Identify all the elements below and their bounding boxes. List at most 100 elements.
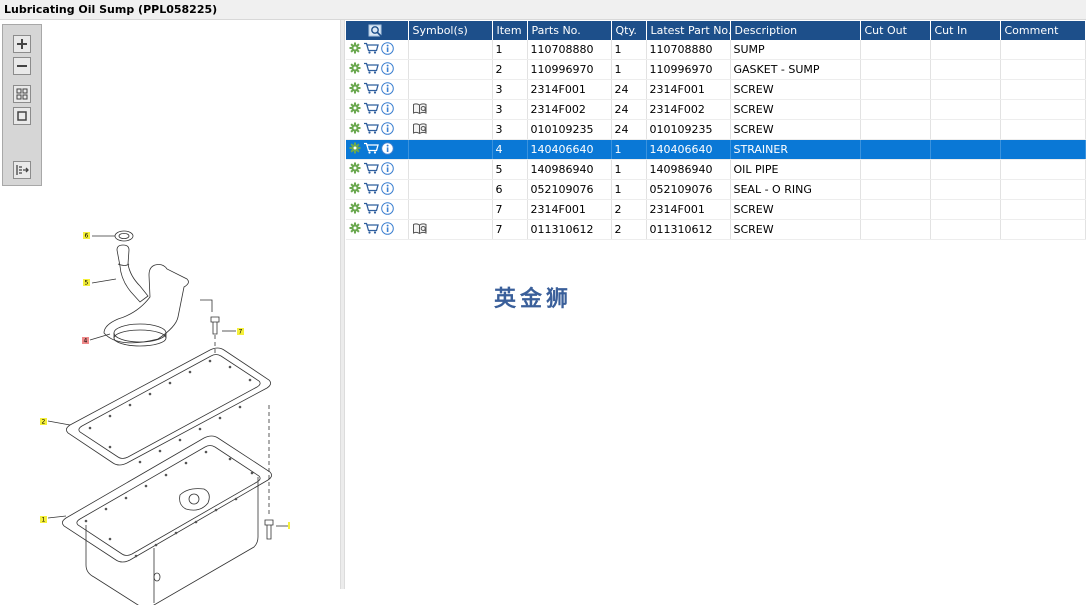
item-cell: 6 xyxy=(492,179,528,200)
cart-icon[interactable] xyxy=(363,102,379,117)
info-icon[interactable] xyxy=(381,61,394,78)
info-icon[interactable] xyxy=(381,121,394,138)
callout-3[interactable]: 3 xyxy=(288,522,290,530)
gear-icon[interactable] xyxy=(349,162,361,177)
symbol-cell[interactable] xyxy=(408,40,493,60)
info-icon[interactable] xyxy=(381,201,394,218)
book-search-icon[interactable] xyxy=(412,122,428,138)
description-cell: SUMP xyxy=(730,40,861,60)
gear-icon[interactable] xyxy=(349,222,361,237)
table-row[interactable]: 3 2314F001 24 2314F001 SCREW xyxy=(346,79,1086,100)
part-number-cell: 110996970 xyxy=(527,59,612,80)
gear-icon[interactable] xyxy=(349,182,361,197)
row-actions xyxy=(346,199,409,220)
table-row[interactable]: 3 2314F002 24 2314F002 SCREW xyxy=(346,99,1086,120)
cart-icon[interactable] xyxy=(363,42,379,57)
gear-icon[interactable] xyxy=(349,102,361,117)
info-icon[interactable] xyxy=(381,141,394,158)
info-icon[interactable] xyxy=(381,81,394,98)
callout-1[interactable]: 1 xyxy=(40,516,47,524)
info-icon[interactable] xyxy=(381,41,394,58)
gear-icon[interactable] xyxy=(349,62,361,77)
symbol-cell[interactable] xyxy=(408,119,493,140)
symbol-cell[interactable] xyxy=(408,179,493,200)
cart-icon[interactable] xyxy=(363,202,379,217)
column-header-item[interactable]: Item xyxy=(492,21,528,40)
cart-icon[interactable] xyxy=(363,82,379,97)
exploded-parts-drawing[interactable]: 6 5 4 7 2 1 3 xyxy=(30,205,290,605)
fit-page-button[interactable] xyxy=(13,107,31,125)
callout-7[interactable]: 7 xyxy=(237,328,244,336)
parts-grid: Symbol(s) Item Parts No. Qty. Latest Par… xyxy=(346,21,1086,240)
table-row[interactable]: 5 140986940 1 140986940 OIL PIPE xyxy=(346,159,1086,180)
table-row[interactable]: 1 110708880 1 110708880 SUMP xyxy=(346,40,1086,60)
column-header-qty[interactable]: Qty. xyxy=(611,21,647,40)
table-row[interactable]: 7 011310612 2 011310612 SCREW xyxy=(346,219,1086,240)
info-icon[interactable] xyxy=(381,181,394,198)
gear-icon[interactable] xyxy=(349,42,361,57)
column-header-symbols[interactable]: Symbol(s) xyxy=(408,21,493,40)
comment-cell xyxy=(1000,179,1086,200)
column-header-description[interactable]: Description xyxy=(730,21,861,40)
table-row[interactable]: 3 010109235 24 010109235 SCREW xyxy=(346,119,1086,140)
symbol-cell[interactable] xyxy=(408,219,493,240)
item-cell: 1 xyxy=(492,40,528,60)
svg-text:6: 6 xyxy=(85,233,89,240)
item-cell: 7 xyxy=(492,219,528,240)
row-actions xyxy=(346,40,409,60)
book-search-icon[interactable] xyxy=(412,102,428,118)
cart-icon[interactable] xyxy=(363,182,379,197)
column-header-cut-out[interactable]: Cut Out xyxy=(860,21,931,40)
cut-out-cell xyxy=(860,139,931,160)
zoom-in-button[interactable] xyxy=(13,35,31,53)
callout-6[interactable]: 6 xyxy=(83,232,90,240)
description-cell: SCREW xyxy=(730,119,861,140)
symbol-cell[interactable] xyxy=(408,159,493,180)
table-row[interactable]: 6 052109076 1 052109076 SEAL - O RING xyxy=(346,179,1086,200)
qty-cell: 2 xyxy=(611,219,647,240)
column-header-latest-part-no[interactable]: Latest Part No. xyxy=(646,21,731,40)
cut-out-cell xyxy=(860,119,931,140)
item-cell: 3 xyxy=(492,119,528,140)
cart-icon[interactable] xyxy=(363,142,379,157)
table-row[interactable]: 4 140406640 1 140406640 STRAINER xyxy=(346,139,1086,160)
cart-icon[interactable] xyxy=(363,162,379,177)
info-icon[interactable] xyxy=(381,101,394,118)
book-search-icon[interactable] xyxy=(412,222,428,238)
symbol-cell[interactable] xyxy=(408,59,493,80)
panel-splitter[interactable] xyxy=(340,20,345,589)
gear-icon[interactable] xyxy=(349,202,361,217)
description-cell: OIL PIPE xyxy=(730,159,861,180)
symbol-cell[interactable] xyxy=(408,79,493,100)
cart-icon[interactable] xyxy=(363,122,379,137)
symbol-cell[interactable] xyxy=(408,139,493,160)
table-row[interactable]: 7 2314F001 2 2314F001 SCREW xyxy=(346,199,1086,220)
zoom-out-button[interactable] xyxy=(13,57,31,75)
symbol-cell[interactable] xyxy=(408,199,493,220)
info-icon[interactable] xyxy=(381,161,394,178)
column-header-cut-in[interactable]: Cut In xyxy=(930,21,1001,40)
callout-4[interactable]: 4 xyxy=(82,337,89,345)
callout-5[interactable]: 5 xyxy=(83,279,90,287)
symbol-cell[interactable] xyxy=(408,99,493,120)
info-icon[interactable] xyxy=(381,221,394,238)
cart-icon[interactable] xyxy=(363,222,379,237)
column-header-parts-no[interactable]: Parts No. xyxy=(527,21,612,40)
parts-table: Symbol(s) Item Parts No. Qty. Latest Par… xyxy=(346,21,1086,240)
description-cell: SCREW xyxy=(730,199,861,220)
cart-icon[interactable] xyxy=(363,62,379,77)
cut-in-cell xyxy=(930,219,1001,240)
gear-icon[interactable] xyxy=(349,142,361,157)
gear-icon[interactable] xyxy=(349,82,361,97)
gear-icon[interactable] xyxy=(349,122,361,137)
drawing-panel[interactable]: 6 5 4 7 2 1 3 xyxy=(0,20,340,605)
search-column-header[interactable] xyxy=(346,21,409,40)
cut-out-cell xyxy=(860,40,931,60)
description-cell: SEAL - O RING xyxy=(730,179,861,200)
column-header-comment[interactable]: Comment xyxy=(1000,21,1086,40)
table-row[interactable]: 2 110996970 1 110996970 GASKET - SUMP xyxy=(346,59,1086,80)
cut-in-cell xyxy=(930,199,1001,220)
export-button[interactable] xyxy=(13,161,31,179)
callout-2[interactable]: 2 xyxy=(40,418,47,426)
fit-all-button[interactable] xyxy=(13,85,31,103)
